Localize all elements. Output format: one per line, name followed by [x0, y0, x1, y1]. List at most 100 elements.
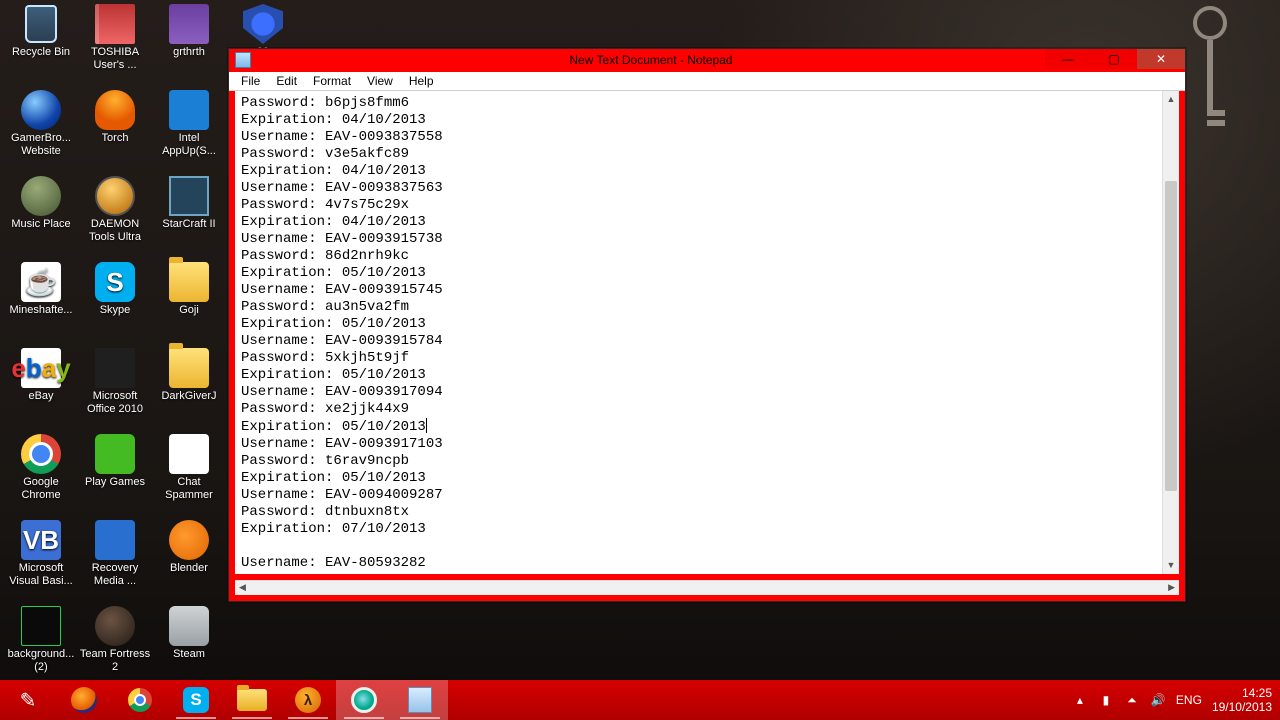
- taskbar-camera[interactable]: [336, 680, 392, 720]
- desktop-icon-intel-appup-s-[interactable]: Intel AppUp(S...: [152, 88, 226, 174]
- desktop-icon-label: grthrth: [173, 46, 205, 59]
- text-line: Password: t6rav9ncpb: [241, 453, 1156, 470]
- desktop-icon-play-games[interactable]: Play Games: [78, 432, 152, 518]
- taskbar-explorer[interactable]: [224, 680, 280, 720]
- taskbar-notepad[interactable]: [392, 680, 448, 720]
- taskbar[interactable]: ✎ Sλ ▴ ▮ ⏶ 🔊 ENG 14:25 19/10/2013: [0, 680, 1280, 720]
- menu-file[interactable]: File: [235, 72, 266, 90]
- skype-icon: S: [95, 262, 135, 302]
- desktop-icon-label: Intel AppUp(S...: [153, 132, 225, 158]
- blender-icon: [169, 520, 209, 560]
- scroll-left-icon[interactable]: ◀: [239, 582, 246, 593]
- desktop-icon-label: Torch: [102, 132, 129, 145]
- desktop-icon-label: DarkGiverJ: [161, 390, 216, 403]
- scroll-down-icon[interactable]: ▼: [1163, 557, 1179, 574]
- tf-icon: [95, 606, 135, 646]
- scroll-thumb[interactable]: [1165, 181, 1177, 491]
- desktop-icon-daemon-tools-ultra[interactable]: DAEMON Tools Ultra: [78, 174, 152, 260]
- minimize-button[interactable]: —: [1045, 49, 1091, 69]
- folder-icon: [169, 262, 209, 302]
- desktop-icon-music-place[interactable]: Music Place: [4, 174, 78, 260]
- firefox-icon: [71, 687, 97, 713]
- text-line: Expiration: 05/10/2013: [241, 470, 1156, 487]
- tray-up-icon[interactable]: ▴: [1072, 692, 1088, 708]
- menu-edit[interactable]: Edit: [270, 72, 303, 90]
- system-tray[interactable]: ▴ ▮ ⏶ 🔊 ENG 14:25 19/10/2013: [1064, 680, 1280, 720]
- wifi-icon[interactable]: ⏶: [1124, 692, 1140, 708]
- desktop-icon-label: StarCraft II: [162, 218, 215, 231]
- text-line: Username: EAV-0093837563: [241, 180, 1156, 197]
- desktop-icon-toshiba-user-s-[interactable]: TOSHIBA User's ...: [78, 2, 152, 88]
- text-line: Username: EAV-0093837558: [241, 129, 1156, 146]
- clock-date: 19/10/2013: [1212, 700, 1272, 714]
- text-line: Username: EAV-0093917094: [241, 384, 1156, 401]
- menu-help[interactable]: Help: [403, 72, 440, 90]
- desktop-icon-label: Team Fortress 2: [79, 648, 151, 674]
- desktop-icon-microsoft-visual-basi-[interactable]: VBMicrosoft Visual Basi...: [4, 518, 78, 604]
- titlebar[interactable]: New Text Document - Notepad — ▢ ✕: [229, 49, 1185, 72]
- text-area[interactable]: Password: b6pjs8fmm6Expiration: 04/10/20…: [235, 91, 1162, 574]
- network-icon[interactable]: ▮: [1098, 692, 1114, 708]
- language-indicator[interactable]: ENG: [1176, 693, 1202, 707]
- close-button[interactable]: ✕: [1137, 49, 1185, 69]
- scroll-right-icon[interactable]: ▶: [1168, 582, 1175, 593]
- recov-icon: [95, 520, 135, 560]
- taskbar-half-life[interactable]: λ: [280, 680, 336, 720]
- desktop-icon-microsoft-office-2010[interactable]: Microsoft Office 2010: [78, 346, 152, 432]
- desktop-icon-google-chrome[interactable]: Google Chrome: [4, 432, 78, 518]
- text-line: Password: dtnbuxn8tx: [241, 504, 1156, 521]
- desktop-icon-skype[interactable]: SSkype: [78, 260, 152, 346]
- desktop-icon-steam[interactable]: Steam: [152, 604, 226, 690]
- scroll-up-icon[interactable]: ▲: [1163, 91, 1179, 108]
- desktop-icon-label: Google Chrome: [5, 476, 77, 502]
- desktop-icon-background-2-[interactable]: background... (2): [4, 604, 78, 690]
- notepad-icon: [408, 687, 432, 713]
- text-caret: [426, 418, 427, 433]
- horizontal-scrollbar[interactable]: ◀ ▶: [235, 580, 1179, 595]
- book-icon: [95, 4, 135, 44]
- desktop-icon-team-fortress-2[interactable]: Team Fortress 2: [78, 604, 152, 690]
- chrome-icon: [128, 688, 152, 712]
- menu-bar[interactable]: FileEditFormatViewHelp: [229, 72, 1185, 91]
- sc-icon: [169, 176, 209, 216]
- desktop-icon-torch[interactable]: Torch: [78, 88, 152, 174]
- text-line: Password: 5xkjh5t9jf: [241, 350, 1156, 367]
- maximize-button[interactable]: ▢: [1091, 49, 1137, 69]
- head-icon: [21, 176, 61, 216]
- desktop-icon-label: Recycle Bin: [12, 46, 70, 59]
- taskbar-chrome[interactable]: [112, 680, 168, 720]
- desktop-icon-ebay[interactable]: ebayeBay: [4, 346, 78, 432]
- taskbar-start[interactable]: ✎: [0, 680, 56, 720]
- text-line: Username: EAV-0093915745: [241, 282, 1156, 299]
- taskbar-clock[interactable]: 14:25 19/10/2013: [1212, 686, 1272, 714]
- desktop-icon-recycle-bin[interactable]: Recycle Bin: [4, 2, 78, 88]
- text-line: Username: EAV-0093915784: [241, 333, 1156, 350]
- taskbar-skype[interactable]: S: [168, 680, 224, 720]
- vb-icon: VB: [21, 520, 61, 560]
- desktop-icon-mineshafte-[interactable]: ☕Mineshafte...: [4, 260, 78, 346]
- desktop-icon-recovery-media-[interactable]: Recovery Media ...: [78, 518, 152, 604]
- desktop-icon-gamerbro-website[interactable]: GamerBro... Website: [4, 88, 78, 174]
- desktop-icon-grthrth[interactable]: grthrth: [152, 2, 226, 88]
- desktop-icon-goji[interactable]: Goji: [152, 260, 226, 346]
- taskbar-firefox[interactable]: [56, 680, 112, 720]
- desktop-icon-label: Microsoft Office 2010: [79, 390, 151, 416]
- desktop-icon-label: Play Games: [85, 476, 145, 489]
- desktop-icon-darkgiverj[interactable]: DarkGiverJ: [152, 346, 226, 432]
- desktop-icon-label: DAEMON Tools Ultra: [79, 218, 151, 244]
- notepad-window[interactable]: New Text Document - Notepad — ▢ ✕ FileEd…: [228, 48, 1186, 602]
- text-line: [241, 538, 1156, 555]
- volume-icon[interactable]: 🔊: [1150, 692, 1166, 708]
- vertical-scrollbar[interactable]: ▲ ▼: [1162, 91, 1179, 574]
- window-title: New Text Document - Notepad: [257, 53, 1045, 67]
- desktop-icon-starcraft-ii[interactable]: StarCraft II: [152, 174, 226, 260]
- explorer-icon: [237, 689, 267, 711]
- menu-format[interactable]: Format: [307, 72, 357, 90]
- menu-view[interactable]: View: [361, 72, 399, 90]
- text-line: Expiration: 07/10/2013: [241, 521, 1156, 538]
- desktop-icon-label: GamerBro... Website: [5, 132, 77, 158]
- desktop[interactable]: Recycle BinTOSHIBA User's ...grthrth99Ga…: [0, 0, 1280, 720]
- desktop-icon-chat-spammer[interactable]: Chat Spammer: [152, 432, 226, 518]
- desktop-icon-blender[interactable]: Blender: [152, 518, 226, 604]
- text-line: Expiration: 05/10/2013: [241, 265, 1156, 282]
